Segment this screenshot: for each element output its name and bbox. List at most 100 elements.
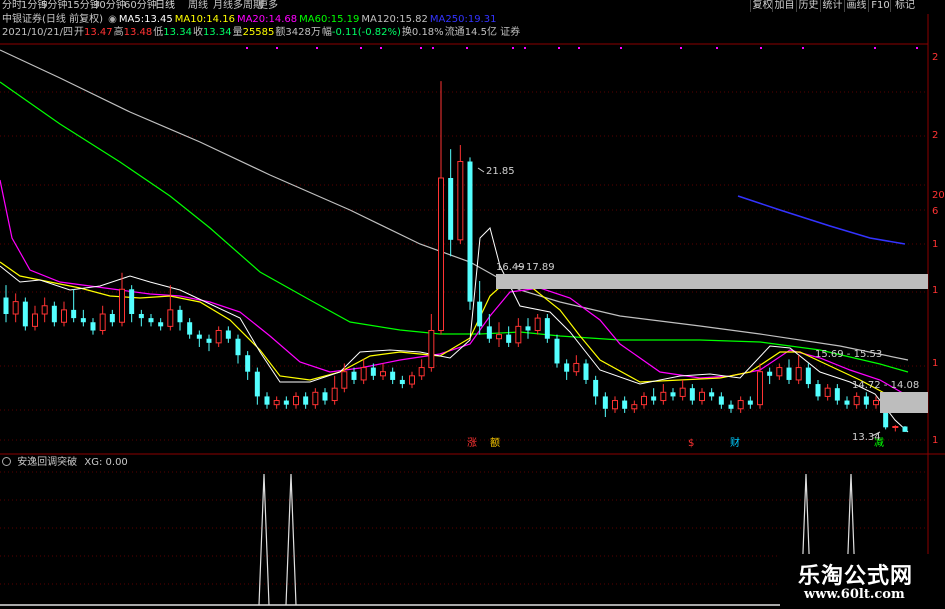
candle-body-83 [805, 367, 811, 385]
candle-body-68 [660, 391, 667, 402]
top-dot-17 [874, 47, 876, 49]
event-marker-0: 涨 [467, 437, 477, 449]
candle-body-28 [273, 400, 280, 406]
candle-body-66 [641, 395, 647, 406]
top-dot-4 [380, 47, 382, 49]
candle-body-3 [32, 313, 38, 327]
top-dot-12 [620, 47, 622, 49]
candle-body-80 [776, 367, 783, 377]
candle-body-57 [554, 338, 560, 364]
top-dot-13 [680, 47, 682, 49]
candle-body-58 [564, 363, 570, 372]
candle-body-29 [283, 400, 289, 405]
candle-body-43 [418, 367, 425, 377]
candle-body-44 [428, 329, 435, 369]
candle-body-74 [718, 396, 724, 405]
top-dot-18 [916, 47, 918, 49]
candle-body-35 [341, 371, 348, 389]
settings-icon[interactable] [2, 457, 11, 466]
resistance-box-1789 [496, 274, 928, 289]
watermark: 乐淘公式网 www.60lt.com [780, 554, 945, 609]
candle-body-52 [506, 334, 512, 343]
candle-body-46 [448, 178, 454, 240]
right-axis-label-6: 1 [932, 358, 938, 369]
signal-spike-0 [258, 473, 270, 606]
candle-body-85 [824, 387, 831, 397]
ma5-line [0, 227, 909, 433]
candle-body-41 [399, 379, 405, 385]
annotation-high: 21.85 [486, 166, 515, 177]
candle-body-37 [360, 367, 367, 381]
candle-body-64 [622, 400, 628, 409]
right-axis-label-5: 1 [932, 285, 938, 296]
candle-body-14 [138, 314, 144, 319]
candle-body-65 [631, 404, 638, 410]
candle-body-47 [457, 161, 464, 241]
candle-body-71 [689, 388, 695, 401]
top-dot-2 [316, 47, 318, 49]
candle-body-9 [90, 322, 96, 331]
candle-body-77 [747, 400, 753, 405]
candle-body-30 [293, 395, 299, 406]
right-axis-label-1: 2 [932, 130, 938, 141]
candle-body-32 [312, 391, 319, 406]
candle-body-25 [245, 355, 251, 372]
candle-body-55 [534, 317, 541, 331]
top-dot-3 [360, 47, 362, 49]
top-dot-6 [432, 47, 434, 49]
candle-body-56 [544, 318, 550, 339]
candle-body-89 [863, 396, 869, 405]
signal-spike-1 [285, 473, 297, 606]
annotation-left: 16.49 [496, 262, 525, 273]
candle-body-18 [177, 309, 183, 323]
annotation-1789: 17.89 [526, 262, 555, 273]
candle-body-0 [3, 297, 9, 314]
right-axis-label-3: 6 [932, 206, 938, 217]
right-axis-label-7: 1 [932, 435, 938, 446]
top-dot-15 [760, 47, 762, 49]
candle-body-5 [51, 305, 57, 323]
right-axis-label-4: 1 [932, 239, 938, 250]
candle-body-49 [477, 301, 483, 327]
kline-chart[interactable]: 2 2 20.6 6 1 1 1 1 21.85 17.8916.49 15.69 - 15.53 1… [0, 0, 945, 609]
top-dot-16 [802, 47, 804, 49]
candle-body-38 [370, 367, 376, 376]
top-dot-7 [466, 47, 468, 49]
candle-body-50 [486, 326, 492, 339]
candle-body-21 [206, 338, 212, 343]
event-marker-1: 额 [490, 436, 500, 449]
candle-body-76 [737, 400, 744, 410]
candle-body-62 [602, 396, 608, 409]
candle-body-45 [438, 177, 444, 331]
top-dot-10 [558, 47, 560, 49]
candle-body-8 [80, 318, 86, 323]
candle-body-22 [215, 329, 222, 344]
candle-body-51 [496, 334, 502, 340]
candle-body-17 [167, 309, 174, 327]
top-dot-9 [524, 47, 526, 49]
candle-body-92 [892, 426, 899, 429]
candle-body-33 [322, 392, 328, 401]
candle-body-13 [129, 289, 135, 314]
candle-body-82 [795, 367, 802, 381]
candle-body-27 [264, 396, 270, 405]
candle-body-59 [573, 362, 580, 373]
sub-chart-header: 安逸回调突破 XG: 0.00 [2, 457, 128, 469]
watermark-url: www.60lt.com [804, 587, 905, 602]
candle-body-79 [767, 371, 773, 376]
candle-body-63 [612, 400, 618, 410]
annotation-1472: 14.72 - 14.08 [852, 380, 919, 391]
candle-body-72 [699, 391, 705, 402]
top-dot-0 [246, 47, 248, 49]
candle-body-87 [844, 400, 850, 405]
annotation-1569: 15.69 - 15.53 [815, 349, 882, 360]
top-dot-5 [420, 47, 422, 49]
candle-body-84 [815, 384, 821, 397]
top-dot-8 [512, 47, 514, 49]
candle-body-39 [380, 371, 386, 377]
top-dot-14 [716, 47, 718, 49]
watermark-title: 乐淘公式网 [798, 564, 914, 589]
candle-body-86 [834, 388, 840, 401]
candle-body-93 [902, 426, 908, 432]
candle-body-88 [853, 395, 860, 406]
